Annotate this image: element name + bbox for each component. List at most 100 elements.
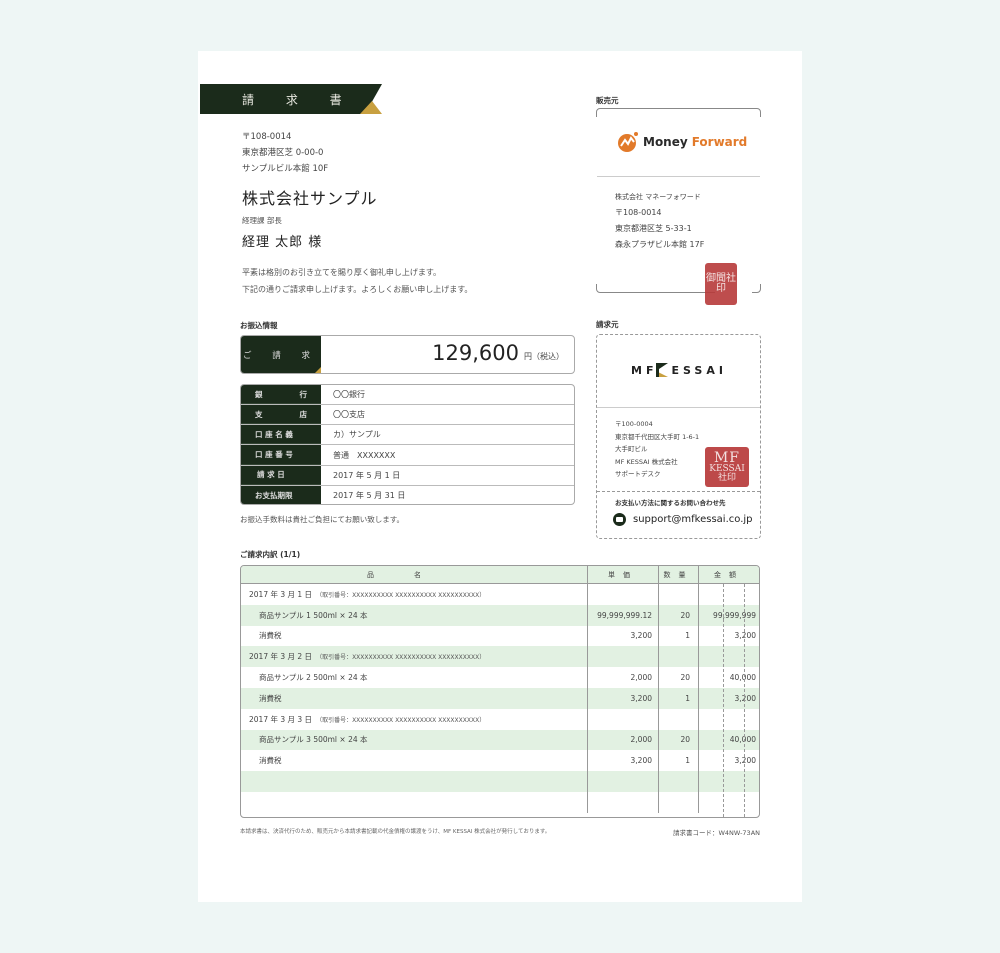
cell-name: 商品サンプル 2 500ml × 24 本 [241, 667, 588, 688]
bank-key: 支店 [241, 405, 321, 425]
item-name: 商品サンプル 3 500ml × 24 本 [259, 735, 368, 745]
item-name: 2017 年 3 月 3 日 [249, 714, 313, 724]
item-name: 消費税 [259, 756, 282, 766]
payment-info-label: お振込情報 [240, 321, 278, 330]
bank-key-text: 口 座 名 義 [255, 429, 293, 439]
bank-value: 2017 年 5 月 31 日 [333, 491, 406, 501]
kessai-k-icon [656, 363, 669, 377]
bank-row: 請 求 日 2017 年 5 月 1 日 [241, 465, 574, 486]
table-row: 商品サンプル 2 500ml × 24 本 2,000 20 40,000 [241, 667, 759, 688]
bank-row: 支店 〇〇支店 [241, 405, 574, 426]
biller-address-line: 大手町ビル [615, 445, 648, 453]
transaction-ref: （取引番号：XXXXXXXXXX XXXXXXXXXX XXXXXXXXXX） [316, 716, 486, 724]
bank-key-text: 銀 [255, 389, 263, 399]
gold-corner-decoration [315, 367, 321, 373]
mail-icon [613, 513, 626, 526]
biller-address-line: サポートデスク [615, 470, 661, 478]
bank-value: 普通 XXXXXXX [333, 450, 396, 460]
cell-price: 3,200 [588, 687, 659, 709]
title-banner: 請 求 書 [200, 84, 382, 114]
cell-qty: 20 [659, 729, 699, 751]
cell-amount: 40,000 [729, 673, 756, 683]
amount-box: ご 請 求 129,600 円（税込） [240, 335, 575, 374]
greeting-line: 平素は格別のお引き立てを賜り厚く御礼申し上げます。 [242, 268, 442, 277]
bank-value: 〇〇銀行 [333, 390, 365, 400]
cell-amount: 3,200 [734, 631, 756, 641]
greeting-line: 下記の通りご請求申し上げます。よろしくお願い申し上げます。 [242, 285, 473, 294]
cell-name: 消費税 [241, 750, 588, 772]
item-name: 商品サンプル 2 500ml × 24 本 [259, 673, 368, 683]
cell-qty: 20 [659, 667, 699, 688]
bank-value: 〇〇支店 [333, 410, 365, 420]
cell-price [588, 646, 659, 668]
cell-amount [699, 792, 759, 813]
header-qty: 数量 [659, 566, 699, 583]
greeting-text: 平素は格別のお引き立てを賜り厚く御礼申し上げます。 下記の通りご請求申し上げます… [242, 264, 472, 298]
bank-value: 2017 年 5 月 1 日 [333, 470, 401, 480]
bank-key-text: 口 座 番 号 [255, 450, 293, 460]
details-table: 品名 単価 数量 金額 2017 年 3 月 1 日（取引番号：XXXXXXXX… [240, 565, 760, 818]
cell-amount: 99,999,999 [713, 610, 756, 620]
bank-key-text: 行 [299, 389, 308, 399]
money-forward-logo: Money Forward [617, 131, 747, 153]
company-seal-stamp: 御聞社印 [705, 263, 737, 305]
footer-note: 本請求書は、決済代行のため、販売元から本請求書記載の代金債権の譲渡をうけ、MF … [240, 829, 551, 835]
bank-info-table: 銀 行 〇〇銀行 支店 〇〇支店 口 座 名 義 カ）サンプル 口 座 番 号 普… [240, 384, 575, 505]
cell-qty: 1 [659, 750, 699, 772]
seller-company: 株式会社 マネーフォワード [615, 193, 701, 201]
document-title: 請 求 書 [242, 93, 356, 107]
divider [597, 407, 760, 408]
table-row: 商品サンプル 1 500ml × 24 本 99,999,999.12 20 99,9… [241, 604, 759, 626]
bank-key-text: 支 [255, 409, 263, 419]
seller-address-line1: 東京都港区芝 5-33-1 [615, 224, 692, 233]
seal-sub-text: 社印 [717, 473, 736, 483]
recipient-department: 経理課 部長 [242, 216, 282, 225]
bank-value: カ）サンプル [333, 430, 381, 440]
seal-mf-text: MF [713, 450, 741, 466]
biller-address-line: 東京都千代田区大手町 1-6-1 [615, 432, 700, 441]
cell-price [588, 791, 659, 813]
cell-qty [659, 771, 699, 792]
biller-address-line: MF KESSAI 株式会社 [615, 457, 678, 466]
cell-qty [659, 646, 699, 668]
contact-email-row: support@mfkessai.co.jp [613, 513, 753, 526]
biller-address-line: 〒100-0004 [615, 420, 653, 428]
header-price: 単価 [588, 566, 659, 583]
table-row [241, 791, 759, 813]
contact-email[interactable]: support@mfkessai.co.jp [633, 514, 753, 525]
recipient-postal-code: 〒108-0014 [242, 132, 292, 142]
cell-price [588, 771, 659, 792]
seller-postal-code: 〒108-0014 [615, 208, 662, 217]
cell-name [241, 791, 588, 813]
fee-note: お振込手数料は貴社ご負担にてお願い致します。 [240, 515, 405, 524]
cell-qty: 1 [659, 625, 699, 647]
cell-price: 2,000 [588, 667, 659, 688]
logo-mf-text: MF [631, 363, 658, 377]
invoice-code: 請求書コード：W4NW-73AN [672, 829, 760, 837]
recipient-address-line2: サンプルビル本館 10F [242, 164, 329, 174]
money-forward-logo-icon [618, 132, 638, 152]
contact-label: お支払い方法に関するお問い合わせ先 [615, 499, 726, 507]
cell-amount [699, 584, 759, 605]
table-row: 2017 年 3 月 2 日（取引番号：XXXXXXXXXX XXXXXXXXX… [241, 646, 759, 668]
recipient-address: 〒108-0014 東京都港区芝 0-00-0 サンプルビル本館 10F [242, 129, 328, 177]
item-name: 商品サンプル 1 500ml × 24 本 [259, 610, 368, 620]
table-row [241, 771, 759, 792]
cell-amount [699, 709, 759, 730]
transaction-ref: （取引番号：XXXXXXXXXX XXXXXXXXXX XXXXXXXXXX） [316, 591, 486, 599]
cell-amount: 3,200 [734, 693, 756, 703]
item-name: 2017 年 3 月 2 日 [249, 652, 313, 662]
amount-unit: 円（税込） [524, 352, 564, 361]
amount-label-text: ご 請 求 [243, 350, 319, 361]
bank-row: 口 座 番 号 普通 XXXXXXX [241, 445, 574, 466]
cell-amount: 3,200 [734, 756, 756, 766]
cell-amount [699, 646, 759, 667]
cell-name: 2017 年 3 月 1 日（取引番号：XXXXXXXXXX XXXXXXXXX… [241, 584, 588, 605]
bank-key-text: 請 求 日 [257, 470, 285, 480]
cell-qty [659, 791, 699, 813]
cell-qty [659, 584, 699, 605]
biller-address: 〒100-0004 東京都千代田区大手町 1-6-1 大手町ビル MF KESS… [615, 418, 699, 481]
recipient-company: 株式会社サンプル [242, 189, 378, 208]
transaction-ref: （取引番号：XXXXXXXXXX XXXXXXXXXX XXXXXXXXXX） [316, 654, 486, 662]
cell-amount: 40,000 [729, 735, 756, 745]
